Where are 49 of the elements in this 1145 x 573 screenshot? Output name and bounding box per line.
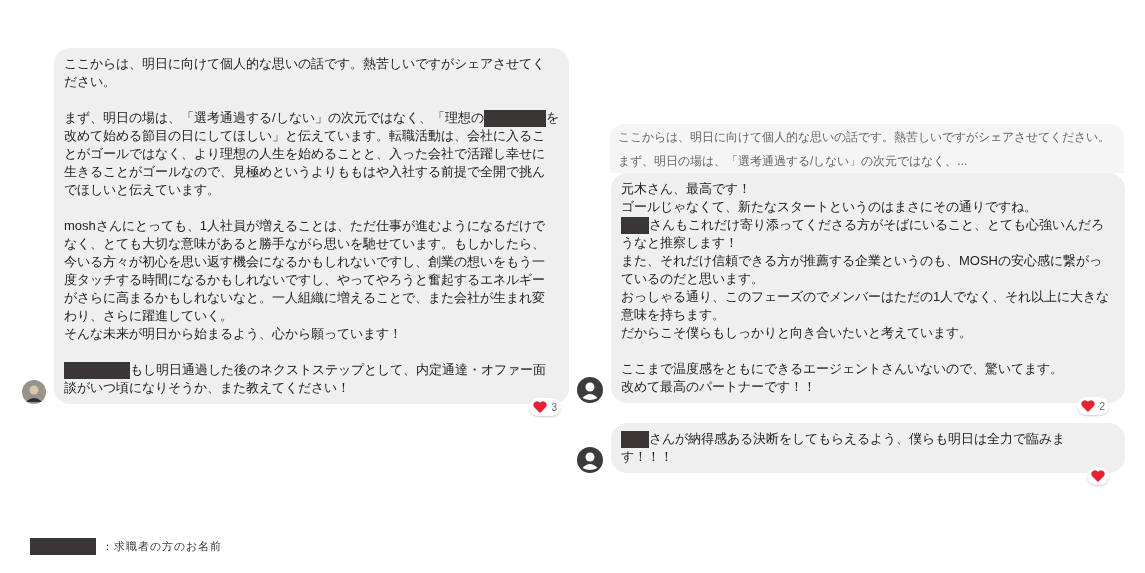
message-text: 談がいつ頃になりそうか、また教えてください！ (64, 379, 350, 397)
message-text: わり、さらに躍進していく。 (64, 307, 233, 325)
message-text: 度タッチする時間になるかもしれないですし、やってやろうと奮起するエネルギー (64, 271, 545, 289)
message-text: そんな未来が明日から始まるよう、心から願っています！ (64, 325, 402, 343)
avatar-icon (22, 380, 46, 404)
heart-icon (1081, 400, 1096, 412)
heart-icon (1091, 470, 1105, 482)
message-text: を (546, 109, 559, 127)
message-text: 生きることがゴールなので、見極めというよりももはや入社する前提で全開で挑ん (64, 163, 545, 181)
message-text: なく、とても大切な意味があると勝手ながら思いを馳せています。もしかしたら、 (64, 235, 545, 253)
reaction-count: 2 (1099, 399, 1105, 414)
message-text: うなと推察します！ (621, 234, 738, 252)
heart-icon (533, 401, 548, 413)
message-text: 今いる方々が初心を思い返す機会になるかもしれないですし、創業の想いをもう一 (64, 253, 545, 271)
message-text: 改めて始める節目の日にしてほしい」と伝えています。転職活動は、会社に入るこ (64, 127, 545, 145)
user-icon (577, 447, 603, 473)
message-text: ださい。 (64, 73, 116, 91)
message-text: だからこそ僕らもしっかりと向き合いたいと考えています。 (621, 324, 972, 342)
message-text: ここまで温度感をともにできるエージェントさんいないので、驚いてます。 (621, 360, 1063, 378)
redaction-bar (30, 538, 96, 555)
message-text: 元木さん、最高です！ (621, 180, 751, 198)
message-text: ゴールじゃなくて、新たなスタートというのはまさにその通りですね。 (621, 198, 1037, 216)
message-text: がさらに高まるかもしれないなと。一人組織に増えることで、また会社が生まれ変 (64, 289, 545, 307)
message-text: また、それだけ信頼できる方が推薦する企業というのも、MOSHの安心感に繋がっ (621, 252, 1102, 270)
message-text: moshさんにとっても、1人社員が増えることは、ただ仕事が進むようになるだけで (64, 217, 546, 235)
message-text: もし明日通過した後のネクストステップとして、内定通達・オファー面 (130, 361, 546, 379)
message-text: さんもこれだけ寄り添ってくださる方がそばにいること、とても心強いんだろ (649, 216, 1104, 234)
redaction-bar (64, 361, 130, 379)
reaction-badge[interactable] (1087, 467, 1109, 485)
quote-text: まず、明日の場は、「選考通過する/しない」の次元ではなく、... (618, 153, 969, 169)
redaction-bar (483, 109, 546, 127)
message-text: ているのだと思います。 (621, 270, 764, 288)
message-text: まず、明日の場は、「選考通過する/しない」の次元ではなく、「理想の (64, 109, 484, 127)
redaction-bar (621, 430, 649, 448)
legend-text: ：求職者の方のお名前 (102, 539, 222, 555)
redaction-bar (621, 216, 649, 234)
message-text: ここからは、明日に向けて個人的な思いの話です。熱苦しいですがシェアさせてく (64, 55, 545, 73)
message-text: さんが納得感ある決断をしてもらえるよう、僕らも明日は全力で臨みま (649, 430, 1065, 448)
quote-text: ここからは、明日に向けて個人的な思いの話です。熱苦しいですがシェアさせてください。 (618, 129, 1111, 145)
message-text: でほしいと伝えています。 (64, 181, 220, 199)
reaction-badge[interactable]: 2 (1077, 397, 1109, 415)
message-text: おっしゃる通り、このフェーズのでメンバーはただの1人でなく、それ以上に大きな (621, 288, 1110, 306)
message-text: 改めて最高のパートナーです！！ (621, 378, 816, 396)
user-icon (577, 377, 603, 403)
reaction-badge[interactable]: 3 (529, 398, 561, 416)
message-text: 意味を持ちます。 (621, 306, 725, 324)
message-text: す！！！ (621, 448, 673, 466)
message-text: とがゴールではなく、より理想の人生を始めることと、入った会社で活躍し幸せに (64, 145, 545, 163)
reaction-count: 3 (551, 400, 557, 415)
